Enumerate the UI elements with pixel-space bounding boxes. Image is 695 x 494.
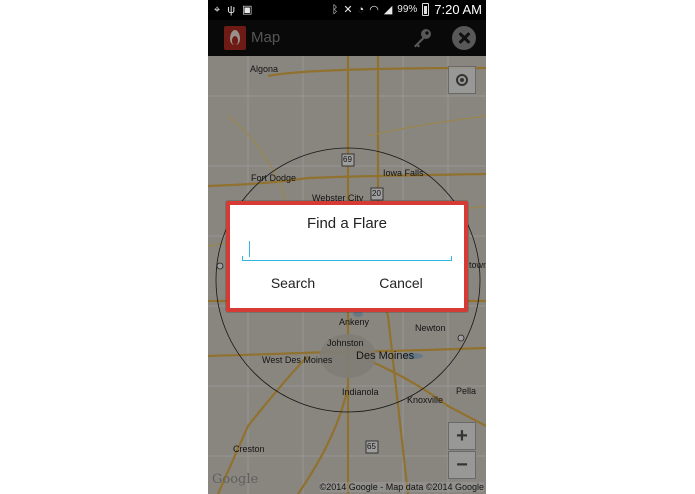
signal-icon: ◢ [383,3,393,16]
cancel-button[interactable]: Cancel [346,271,456,295]
usb-icon: ψ [227,4,236,16]
text-caret [249,241,250,257]
find-flare-dialog: Find a Flare Search Cancel [230,205,464,308]
search-button[interactable]: Search [238,271,348,295]
battery-percent: 99% [397,4,418,15]
status-bar: ⌖ ψ ▣ ᛒ ✕ ◔ ◠ ◢ 99% 7:20 AM [208,0,486,20]
wifi-icon: ◠ [369,3,379,16]
dialog-title: Find a Flare [306,215,388,232]
mute-icon: ✕ [343,3,353,16]
alarm-icon: ◔ [357,3,365,16]
flare-search-input[interactable] [242,239,452,261]
image-icon: ▣ [242,4,253,16]
gps-icon: ⌖ [214,4,221,16]
clock: 7:20 AM [434,2,482,17]
battery-icon [422,3,430,16]
bluetooth-icon: ᛒ [331,3,339,16]
